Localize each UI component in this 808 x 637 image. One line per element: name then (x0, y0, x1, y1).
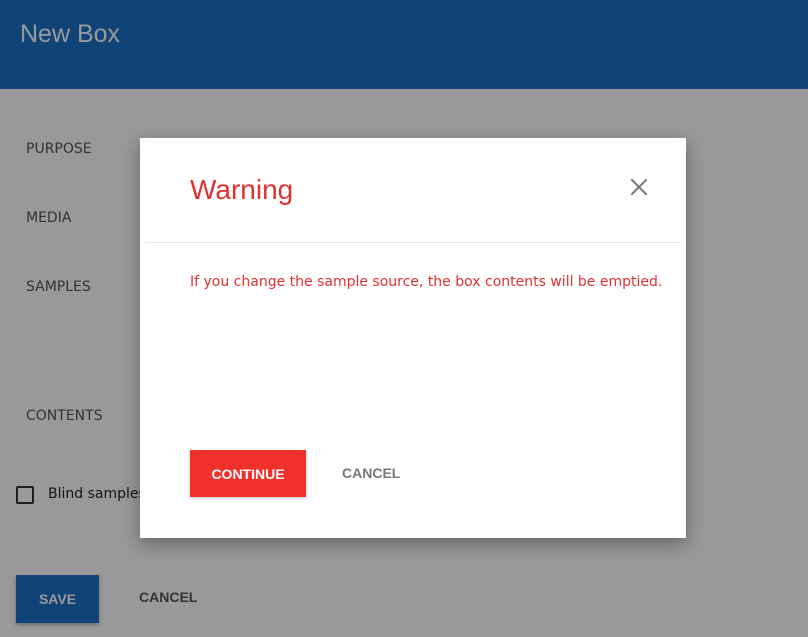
continue-button[interactable]: CONTINUE (190, 450, 306, 497)
dialog-message: If you change the sample source, the box… (190, 274, 663, 290)
close-icon[interactable] (628, 176, 650, 198)
warning-dialog: Warning If you change the sample source,… (140, 138, 686, 538)
dialog-cancel-button[interactable]: CANCEL (342, 465, 400, 481)
dialog-title: Warning (190, 174, 294, 205)
dialog-divider (145, 242, 681, 243)
page: New Box PURPOSE MEDIA SAMPLES CONTENTS B… (0, 0, 808, 637)
